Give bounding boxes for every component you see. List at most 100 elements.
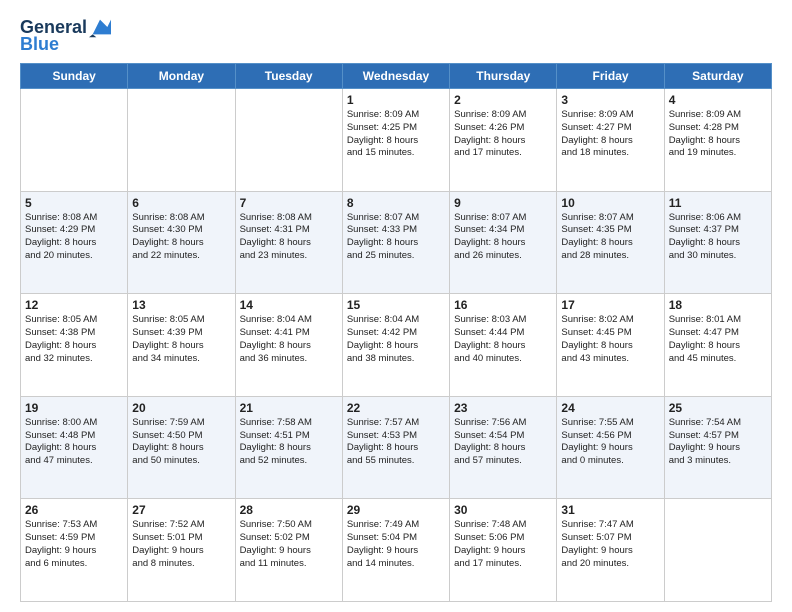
day-info: Sunrise: 8:03 AM Sunset: 4:44 PM Dayligh…	[454, 314, 552, 365]
day-info: Sunrise: 7:47 AM Sunset: 5:07 PM Dayligh…	[561, 519, 659, 570]
day-number: 14	[240, 298, 338, 312]
calendar-cell: 24Sunrise: 7:55 AM Sunset: 4:56 PM Dayli…	[557, 396, 664, 499]
days-header-row: SundayMondayTuesdayWednesdayThursdayFrid…	[21, 64, 772, 89]
calendar-cell: 19 Sunrise: 8:00 AM Sunset: 4:48 PM Dayli…	[21, 396, 128, 499]
day-info: Sunrise: 8:05 AM Sunset: 4:38 PM Dayligh…	[25, 314, 123, 365]
day-number: 1	[347, 93, 445, 107]
day-number: 9	[454, 196, 552, 210]
calendar-week-5: 26Sunrise: 7:53 AM Sunset: 4:59 PM Dayli…	[21, 499, 772, 602]
header: General Blue	[20, 16, 772, 55]
calendar-week-2: 5Sunrise: 8:08 AM Sunset: 4:29 PM Daylig…	[21, 191, 772, 294]
day-info: Sunrise: 8:07 AM Sunset: 4:34 PM Dayligh…	[454, 212, 552, 263]
calendar-cell: 9 Sunrise: 8:07 AM Sunset: 4:34 PM Daylig…	[450, 191, 557, 294]
day-number: 6	[132, 196, 230, 210]
day-info: Sunrise: 8:04 AM Sunset: 4:42 PM Dayligh…	[347, 314, 445, 365]
calendar-cell: 29Sunrise: 7:49 AM Sunset: 5:04 PM Dayli…	[342, 499, 449, 602]
day-number: 4	[669, 93, 767, 107]
day-info: Sunrise: 7:48 AM Sunset: 5:06 PM Dayligh…	[454, 519, 552, 570]
day-number: 22	[347, 401, 445, 415]
day-info: Sunrise: 8:07 AM Sunset: 4:33 PM Dayligh…	[347, 212, 445, 263]
logo: General Blue	[20, 16, 113, 55]
calendar-table: SundayMondayTuesdayWednesdayThursdayFrid…	[20, 63, 772, 602]
calendar-cell: 1 Sunrise: 8:09 AM Sunset: 4:25 PM Daylig…	[342, 89, 449, 192]
day-number: 11	[669, 196, 767, 210]
day-number: 7	[240, 196, 338, 210]
calendar-cell: 10 Sunrise: 8:07 AM Sunset: 4:35 PM Dayli…	[557, 191, 664, 294]
day-header-thursday: Thursday	[450, 64, 557, 89]
day-number: 29	[347, 503, 445, 517]
day-info: Sunrise: 7:58 AM Sunset: 4:51 PM Dayligh…	[240, 417, 338, 468]
day-info: Sunrise: 7:53 AM Sunset: 4:59 PM Dayligh…	[25, 519, 123, 570]
day-info: Sunrise: 8:08 AM Sunset: 4:30 PM Dayligh…	[132, 212, 230, 263]
day-info: Sunrise: 8:01 AM Sunset: 4:47 PM Dayligh…	[669, 314, 767, 365]
calendar-cell: 31 Sunrise: 7:47 AM Sunset: 5:07 PM Dayli…	[557, 499, 664, 602]
calendar-cell: 20Sunrise: 7:59 AM Sunset: 4:50 PM Dayli…	[128, 396, 235, 499]
day-number: 15	[347, 298, 445, 312]
day-info: Sunrise: 8:02 AM Sunset: 4:45 PM Dayligh…	[561, 314, 659, 365]
day-number: 19	[25, 401, 123, 415]
day-number: 28	[240, 503, 338, 517]
calendar-cell: 18 Sunrise: 8:01 AM Sunset: 4:47 PM Dayli…	[664, 294, 771, 397]
calendar-week-4: 19 Sunrise: 8:00 AM Sunset: 4:48 PM Dayli…	[21, 396, 772, 499]
calendar-cell: 25Sunrise: 7:54 AM Sunset: 4:57 PM Dayli…	[664, 396, 771, 499]
day-header-sunday: Sunday	[21, 64, 128, 89]
calendar-cell	[21, 89, 128, 192]
day-number: 10	[561, 196, 659, 210]
day-info: Sunrise: 8:06 AM Sunset: 4:37 PM Dayligh…	[669, 212, 767, 263]
calendar-cell: 11 Sunrise: 8:06 AM Sunset: 4:37 PM Dayli…	[664, 191, 771, 294]
day-number: 3	[561, 93, 659, 107]
day-number: 21	[240, 401, 338, 415]
day-number: 16	[454, 298, 552, 312]
calendar-cell: 12 Sunrise: 8:05 AM Sunset: 4:38 PM Dayli…	[21, 294, 128, 397]
day-info: Sunrise: 8:05 AM Sunset: 4:39 PM Dayligh…	[132, 314, 230, 365]
day-info: Sunrise: 8:09 AM Sunset: 4:26 PM Dayligh…	[454, 109, 552, 160]
day-number: 24	[561, 401, 659, 415]
calendar-cell: 4 Sunrise: 8:09 AM Sunset: 4:28 PM Daylig…	[664, 89, 771, 192]
calendar-cell: 6 Sunrise: 8:08 AM Sunset: 4:30 PM Daylig…	[128, 191, 235, 294]
calendar-cell: 14 Sunrise: 8:04 AM Sunset: 4:41 PM Dayli…	[235, 294, 342, 397]
day-info: Sunrise: 8:04 AM Sunset: 4:41 PM Dayligh…	[240, 314, 338, 365]
day-number: 20	[132, 401, 230, 415]
day-header-saturday: Saturday	[664, 64, 771, 89]
day-info: Sunrise: 7:52 AM Sunset: 5:01 PM Dayligh…	[132, 519, 230, 570]
day-info: Sunrise: 8:07 AM Sunset: 4:35 PM Dayligh…	[561, 212, 659, 263]
calendar-cell: 30 Sunrise: 7:48 AM Sunset: 5:06 PM Dayli…	[450, 499, 557, 602]
calendar-cell: 16 Sunrise: 8:03 AM Sunset: 4:44 PM Dayli…	[450, 294, 557, 397]
calendar-cell: 13Sunrise: 8:05 AM Sunset: 4:39 PM Dayli…	[128, 294, 235, 397]
calendar-cell: 23 Sunrise: 7:56 AM Sunset: 4:54 PM Dayli…	[450, 396, 557, 499]
day-info: Sunrise: 8:00 AM Sunset: 4:48 PM Dayligh…	[25, 417, 123, 468]
day-info: Sunrise: 8:09 AM Sunset: 4:25 PM Dayligh…	[347, 109, 445, 160]
calendar-cell: 8 Sunrise: 8:07 AM Sunset: 4:33 PM Daylig…	[342, 191, 449, 294]
day-number: 31	[561, 503, 659, 517]
calendar-cell: 21 Sunrise: 7:58 AM Sunset: 4:51 PM Dayli…	[235, 396, 342, 499]
calendar-cell	[235, 89, 342, 192]
day-info: Sunrise: 8:09 AM Sunset: 4:27 PM Dayligh…	[561, 109, 659, 160]
day-info: Sunrise: 8:09 AM Sunset: 4:28 PM Dayligh…	[669, 109, 767, 160]
calendar-week-3: 12 Sunrise: 8:05 AM Sunset: 4:38 PM Dayli…	[21, 294, 772, 397]
day-header-friday: Friday	[557, 64, 664, 89]
calendar-cell	[664, 499, 771, 602]
calendar-week-1: 1 Sunrise: 8:09 AM Sunset: 4:25 PM Daylig…	[21, 89, 772, 192]
day-info: Sunrise: 7:50 AM Sunset: 5:02 PM Dayligh…	[240, 519, 338, 570]
calendar-cell: 3 Sunrise: 8:09 AM Sunset: 4:27 PM Daylig…	[557, 89, 664, 192]
calendar-cell: 2 Sunrise: 8:09 AM Sunset: 4:26 PM Daylig…	[450, 89, 557, 192]
day-number: 30	[454, 503, 552, 517]
day-number: 8	[347, 196, 445, 210]
day-number: 12	[25, 298, 123, 312]
calendar-cell: 22Sunrise: 7:57 AM Sunset: 4:53 PM Dayli…	[342, 396, 449, 499]
page: General Blue SundayMondayTuesdayWednesda…	[0, 0, 792, 612]
day-header-tuesday: Tuesday	[235, 64, 342, 89]
calendar-cell: 17 Sunrise: 8:02 AM Sunset: 4:45 PM Dayli…	[557, 294, 664, 397]
day-number: 18	[669, 298, 767, 312]
day-info: Sunrise: 8:08 AM Sunset: 4:29 PM Dayligh…	[25, 212, 123, 263]
calendar-cell: 7Sunrise: 8:08 AM Sunset: 4:31 PM Daylig…	[235, 191, 342, 294]
day-number: 23	[454, 401, 552, 415]
day-number: 27	[132, 503, 230, 517]
calendar-cell: 5Sunrise: 8:08 AM Sunset: 4:29 PM Daylig…	[21, 191, 128, 294]
day-number: 17	[561, 298, 659, 312]
calendar-cell: 27 Sunrise: 7:52 AM Sunset: 5:01 PM Dayli…	[128, 499, 235, 602]
day-number: 2	[454, 93, 552, 107]
logo-icon	[89, 16, 111, 38]
day-info: Sunrise: 7:56 AM Sunset: 4:54 PM Dayligh…	[454, 417, 552, 468]
calendar-cell: 26Sunrise: 7:53 AM Sunset: 4:59 PM Dayli…	[21, 499, 128, 602]
